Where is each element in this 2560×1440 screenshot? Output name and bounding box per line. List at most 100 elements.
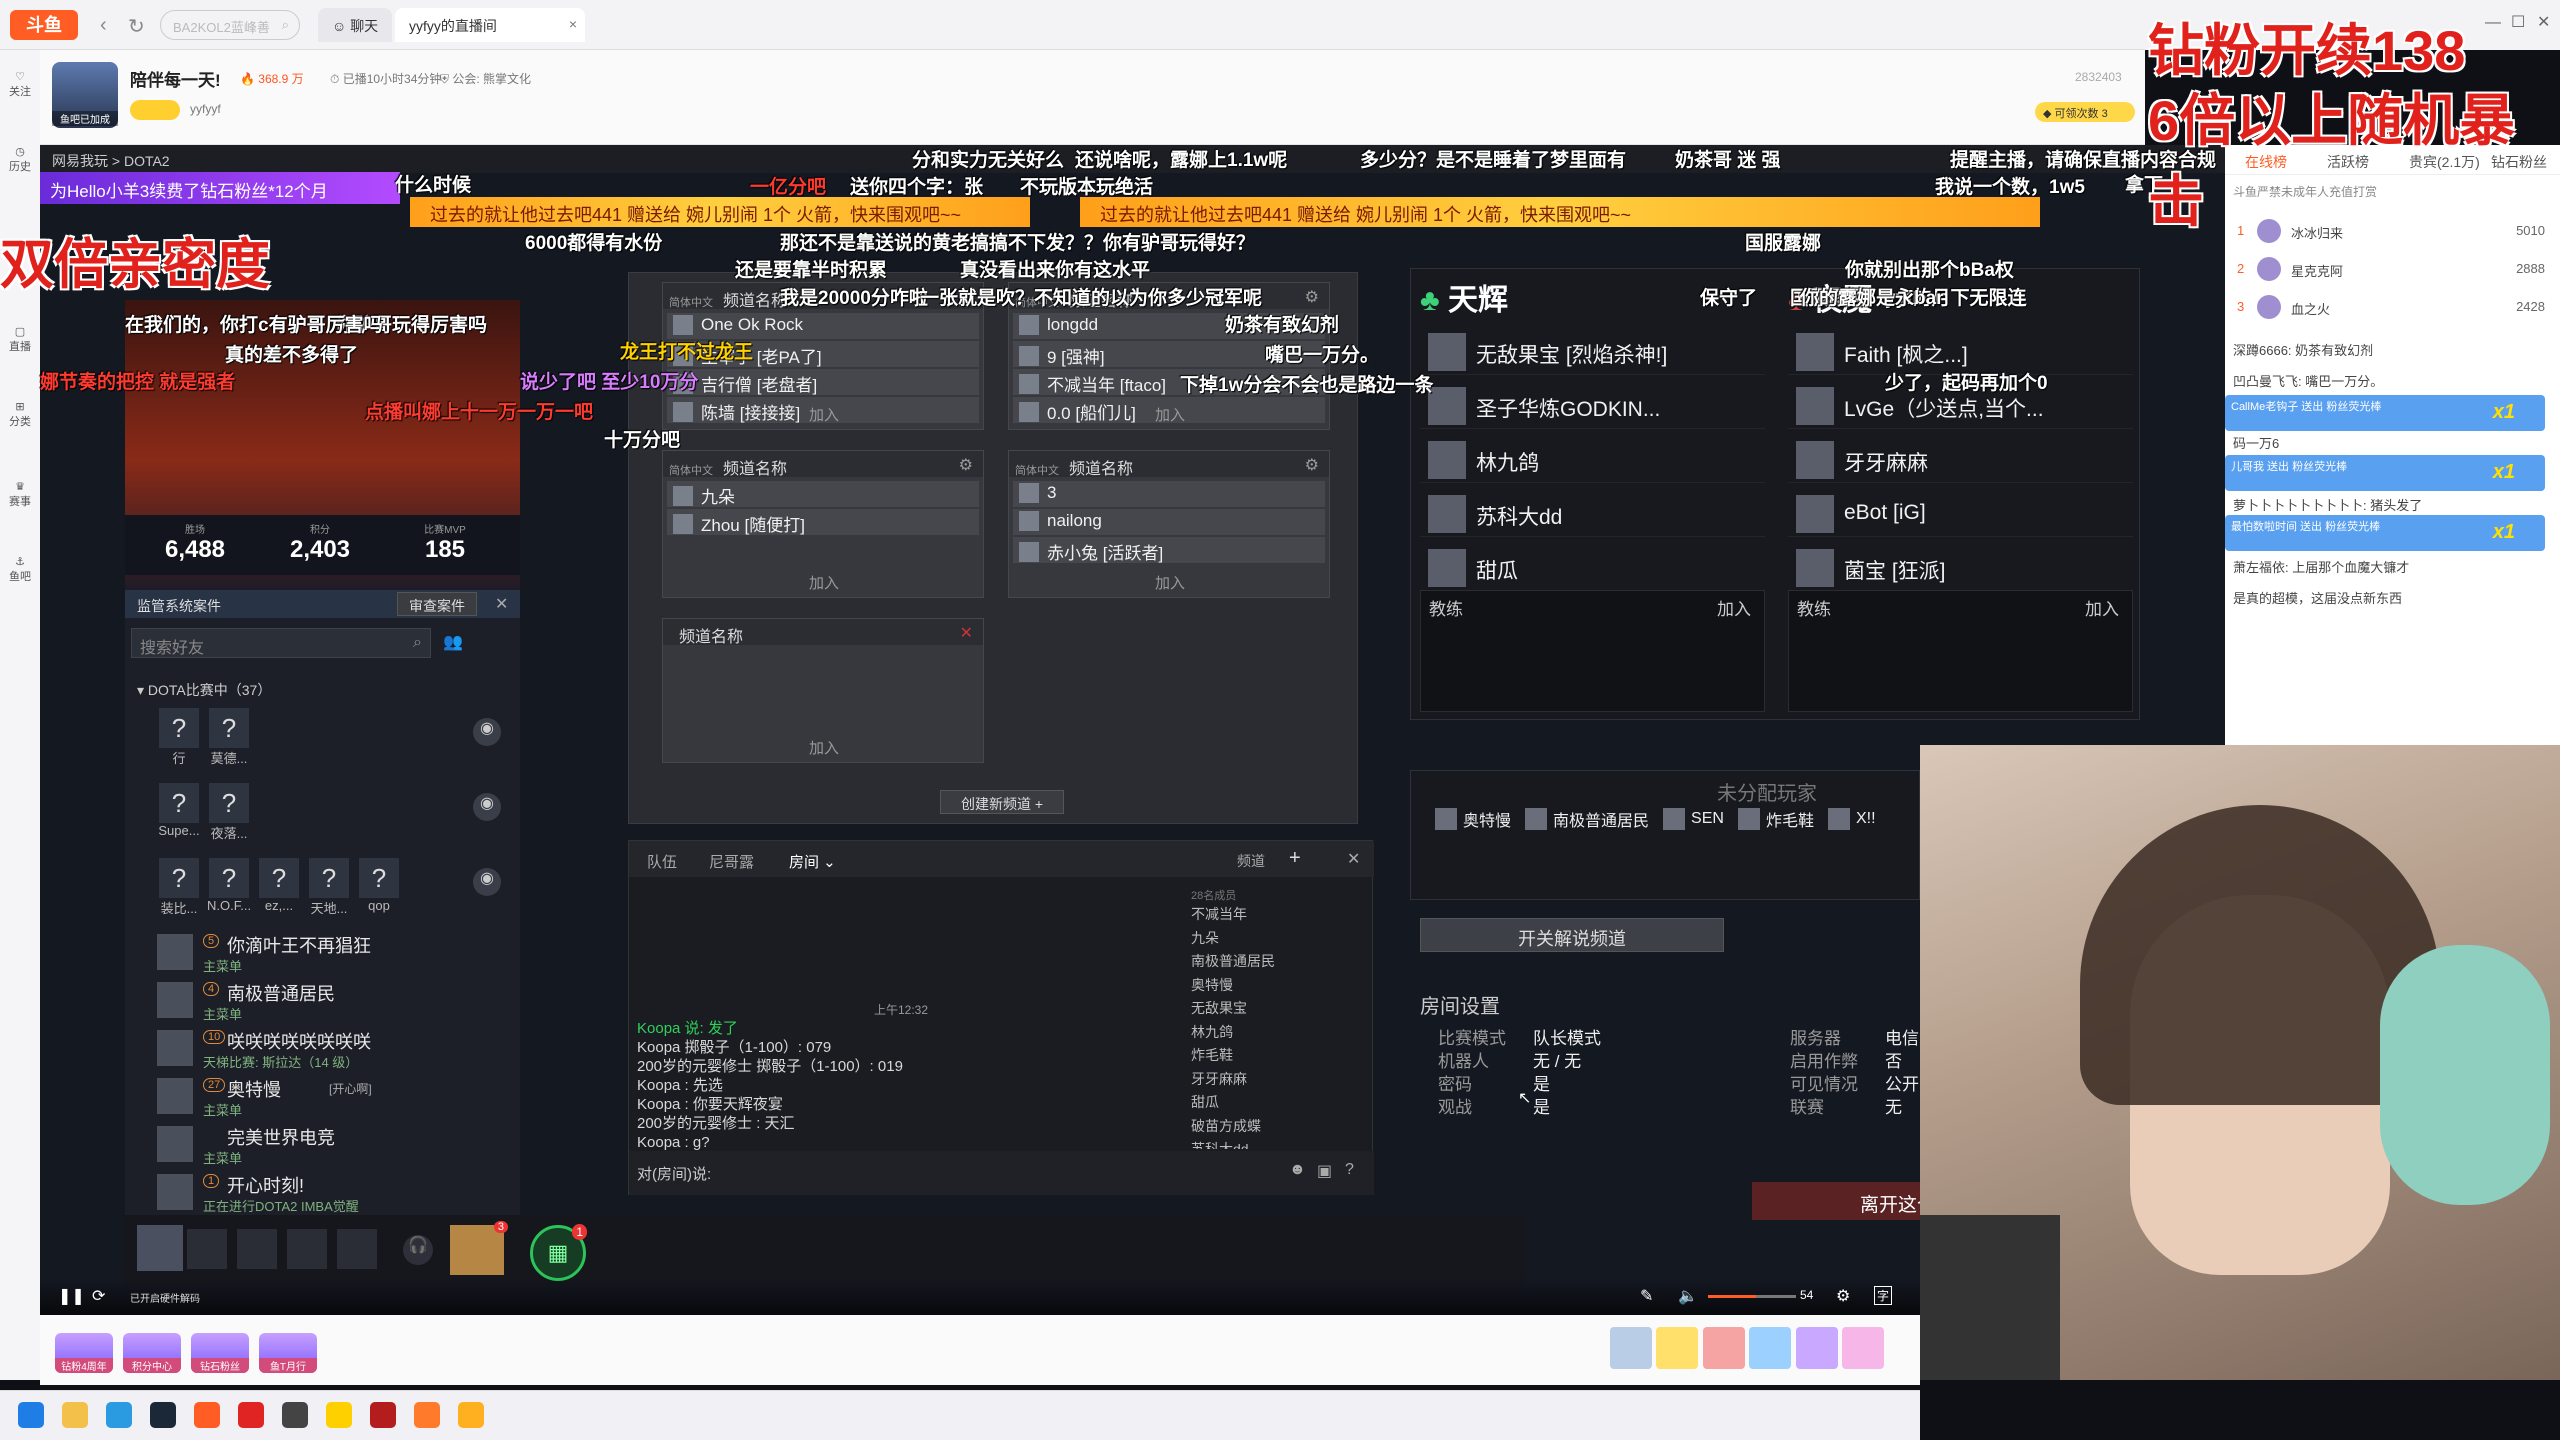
radiant-player-slot[interactable]: 苏科大dd bbox=[1420, 487, 1765, 537]
add-friend-icon[interactable]: 👥 bbox=[443, 632, 463, 652]
help-icon[interactable]: ? bbox=[1345, 1161, 1354, 1179]
douyu-icon[interactable] bbox=[194, 1402, 220, 1428]
channel-member[interactable]: 3 bbox=[1013, 481, 1325, 507]
obs-icon[interactable] bbox=[282, 1402, 308, 1428]
unassigned-player[interactable]: X!! bbox=[1827, 808, 1876, 830]
back-icon[interactable]: ‹ bbox=[100, 14, 107, 37]
search-input[interactable]: BA2KOL2蓝峰善 ⌕ bbox=[160, 10, 300, 40]
watch-icon[interactable]: ◉ bbox=[473, 718, 501, 746]
app-icon[interactable] bbox=[326, 1402, 352, 1428]
member-entry[interactable]: 牙牙麻麻 bbox=[1191, 1068, 1371, 1092]
friend-row[interactable]: 4 南极普通居民 主菜单 bbox=[157, 978, 517, 1026]
add-channel-icon[interactable]: + bbox=[1289, 847, 1301, 870]
rank-row[interactable]: 3 血之火 2428 bbox=[2233, 291, 2553, 329]
unassigned-player[interactable]: 南极普通居民 bbox=[1525, 807, 1649, 831]
dire-coach-join[interactable]: 加入 bbox=[2085, 595, 2119, 620]
caption-icon[interactable]: 字 bbox=[1874, 1286, 1893, 1305]
search-icon[interactable]: ⌕ bbox=[282, 17, 289, 33]
bottom-badge[interactable]: 鱼T月行 bbox=[259, 1333, 317, 1373]
channel-settings-icon[interactable]: ⚙ bbox=[959, 455, 973, 475]
friend-icon[interactable]: ? 天地... bbox=[307, 858, 351, 917]
edge-icon[interactable] bbox=[106, 1402, 132, 1428]
channel-join[interactable]: 加入 bbox=[663, 572, 985, 593]
douyu-logo[interactable]: 斗鱼 bbox=[10, 10, 78, 40]
app-icon[interactable] bbox=[414, 1402, 440, 1428]
mic-icon[interactable]: 🎧 bbox=[403, 1235, 433, 1265]
friend-icon[interactable]: ? 行 bbox=[157, 708, 201, 767]
channel-join[interactable]: 加入 bbox=[1009, 572, 1331, 593]
friend-row[interactable]: 5 你滴叶王不再猖狂 主菜单 bbox=[157, 930, 517, 978]
dire-player-slot[interactable]: 牙牙麻麻 bbox=[1788, 433, 2133, 483]
unassigned-player[interactable]: 炸毛鞋 bbox=[1737, 807, 1814, 831]
settings-icon[interactable]: ⚙ bbox=[1836, 1286, 1850, 1306]
channel-member[interactable]: 吉行僧 [老盘者] bbox=[667, 369, 979, 395]
leave-lobby-button[interactable]: 离开这个 bbox=[1752, 1182, 1922, 1220]
friend-row[interactable]: 27 奥特慢 [开心啊] 主菜单 bbox=[157, 1074, 517, 1122]
friend-row[interactable]: 完美世界电竞 主菜单 bbox=[157, 1122, 517, 1170]
windows-start-icon[interactable] bbox=[18, 1402, 44, 1428]
edit-icon[interactable]: ✎ bbox=[1640, 1286, 1653, 1306]
party-slot[interactable] bbox=[287, 1229, 327, 1269]
sidebar-item-history[interactable]: ◷ 历史 bbox=[0, 145, 40, 174]
review-case-button[interactable]: 审查案件 bbox=[397, 592, 477, 616]
chat-bubble-icon[interactable]: ▦ 1 bbox=[530, 1224, 587, 1281]
member-entry[interactable]: 炸毛鞋 bbox=[1191, 1044, 1371, 1068]
delete-channel-icon[interactable]: ✕ bbox=[960, 623, 973, 643]
friend-row[interactable]: 1 开心时刻! 正在进行DOTA2 IMBA觉醒 bbox=[157, 1170, 517, 1218]
member-entry[interactable]: 不减当年 bbox=[1191, 903, 1371, 927]
chat-tab-nigelu[interactable]: 尼哥露 bbox=[709, 851, 754, 872]
broadcast-channel-button[interactable]: 开关解说频道 bbox=[1420, 918, 1724, 952]
sidebar-item-fishbar[interactable]: ⚓ 鱼吧 bbox=[0, 555, 40, 584]
member-entry[interactable]: 九朵 bbox=[1191, 927, 1371, 951]
bottom-badge[interactable]: 钻粉4周年 bbox=[55, 1333, 113, 1373]
sidebar-item-follow[interactable]: ♡ 关注 bbox=[0, 70, 40, 99]
dire-player-slot[interactable]: eBot [iG] bbox=[1788, 487, 2133, 537]
minimize-icon[interactable]: — bbox=[2485, 14, 2501, 32]
friend-icon[interactable]: ? N.O.F... bbox=[207, 858, 251, 913]
tab-live-room[interactable]: yyfyy的直播间 × bbox=[395, 8, 585, 42]
friend-icon[interactable]: ? Supe... bbox=[157, 783, 201, 838]
dire-player-slot[interactable]: 菌宝 [狂派] bbox=[1788, 541, 2133, 591]
streamer-name[interactable]: yyfyyf bbox=[190, 102, 221, 116]
party-slot[interactable] bbox=[237, 1229, 277, 1269]
unassigned-player[interactable]: SEN bbox=[1663, 808, 1724, 830]
party-slot[interactable] bbox=[337, 1229, 377, 1269]
create-channel-button[interactable]: 创建新频道 + bbox=[940, 790, 1064, 814]
gift-icon[interactable] bbox=[1749, 1327, 1792, 1369]
friend-row[interactable]: 10 咲咲咲咲咲咲咲咲 天梯比赛: 斯拉达（14 级） bbox=[157, 1026, 517, 1074]
friend-icon[interactable]: ? 装比... bbox=[157, 858, 201, 917]
member-entry[interactable]: 破苗方成蝶 bbox=[1191, 1115, 1371, 1139]
bottom-badge[interactable]: 积分中心 bbox=[123, 1333, 181, 1373]
chat-tab-room[interactable]: 房间 ⌄ bbox=[789, 851, 836, 872]
friend-icon[interactable]: ? qop bbox=[357, 858, 401, 913]
chat-tab-team[interactable]: 队伍 bbox=[647, 851, 677, 872]
gift-icon[interactable] bbox=[1702, 1327, 1745, 1369]
tab-chat[interactable]: ☺ 聊天 bbox=[318, 8, 393, 42]
radiant-player-slot[interactable]: 甜瓜 bbox=[1420, 541, 1765, 591]
guild[interactable]: ⛨ 公会: 熊掌文化 bbox=[440, 70, 531, 87]
app-icon[interactable] bbox=[458, 1402, 484, 1428]
channel-member[interactable]: Zhou [随便打] bbox=[667, 509, 979, 535]
close-icon[interactable]: ✕ bbox=[495, 594, 508, 614]
channel-member[interactable]: One Ok Rock bbox=[667, 313, 979, 339]
member-entry[interactable]: 甜瓜 bbox=[1191, 1091, 1371, 1115]
unassigned-player[interactable]: 奥特慢 bbox=[1435, 807, 1511, 831]
tab-close-icon[interactable]: × bbox=[569, 16, 577, 32]
channel-settings-icon[interactable]: ⚙ bbox=[1305, 287, 1319, 307]
friend-search-input[interactable]: 搜索好友 ⌕ bbox=[131, 628, 431, 658]
member-entry[interactable]: 林九鸽 bbox=[1191, 1021, 1371, 1045]
radiant-coach-join[interactable]: 加入 bbox=[1717, 595, 1751, 620]
bottom-badge[interactable]: 钻石粉丝 bbox=[191, 1333, 249, 1373]
channel-join[interactable]: 加入 bbox=[1009, 404, 1331, 425]
member-entry[interactable]: 无敌果宝 bbox=[1191, 997, 1371, 1021]
volume-icon[interactable]: 🔈 bbox=[1678, 1286, 1698, 1306]
chat-input[interactable] bbox=[729, 1157, 1289, 1187]
friend-icon[interactable]: ? 莫德... bbox=[207, 708, 251, 767]
watch-icon[interactable]: ◉ bbox=[473, 868, 501, 896]
reward-badge[interactable]: ◆ 可领次数 3 bbox=[2035, 102, 2135, 122]
maximize-icon[interactable]: ☐ bbox=[2511, 12, 2525, 32]
gift-icon[interactable] bbox=[1842, 1327, 1885, 1369]
member-entry[interactable]: 苏科大dd bbox=[1191, 1138, 1371, 1149]
file-explorer-icon[interactable] bbox=[62, 1402, 88, 1428]
close-chat-icon[interactable]: ✕ bbox=[1347, 849, 1360, 869]
